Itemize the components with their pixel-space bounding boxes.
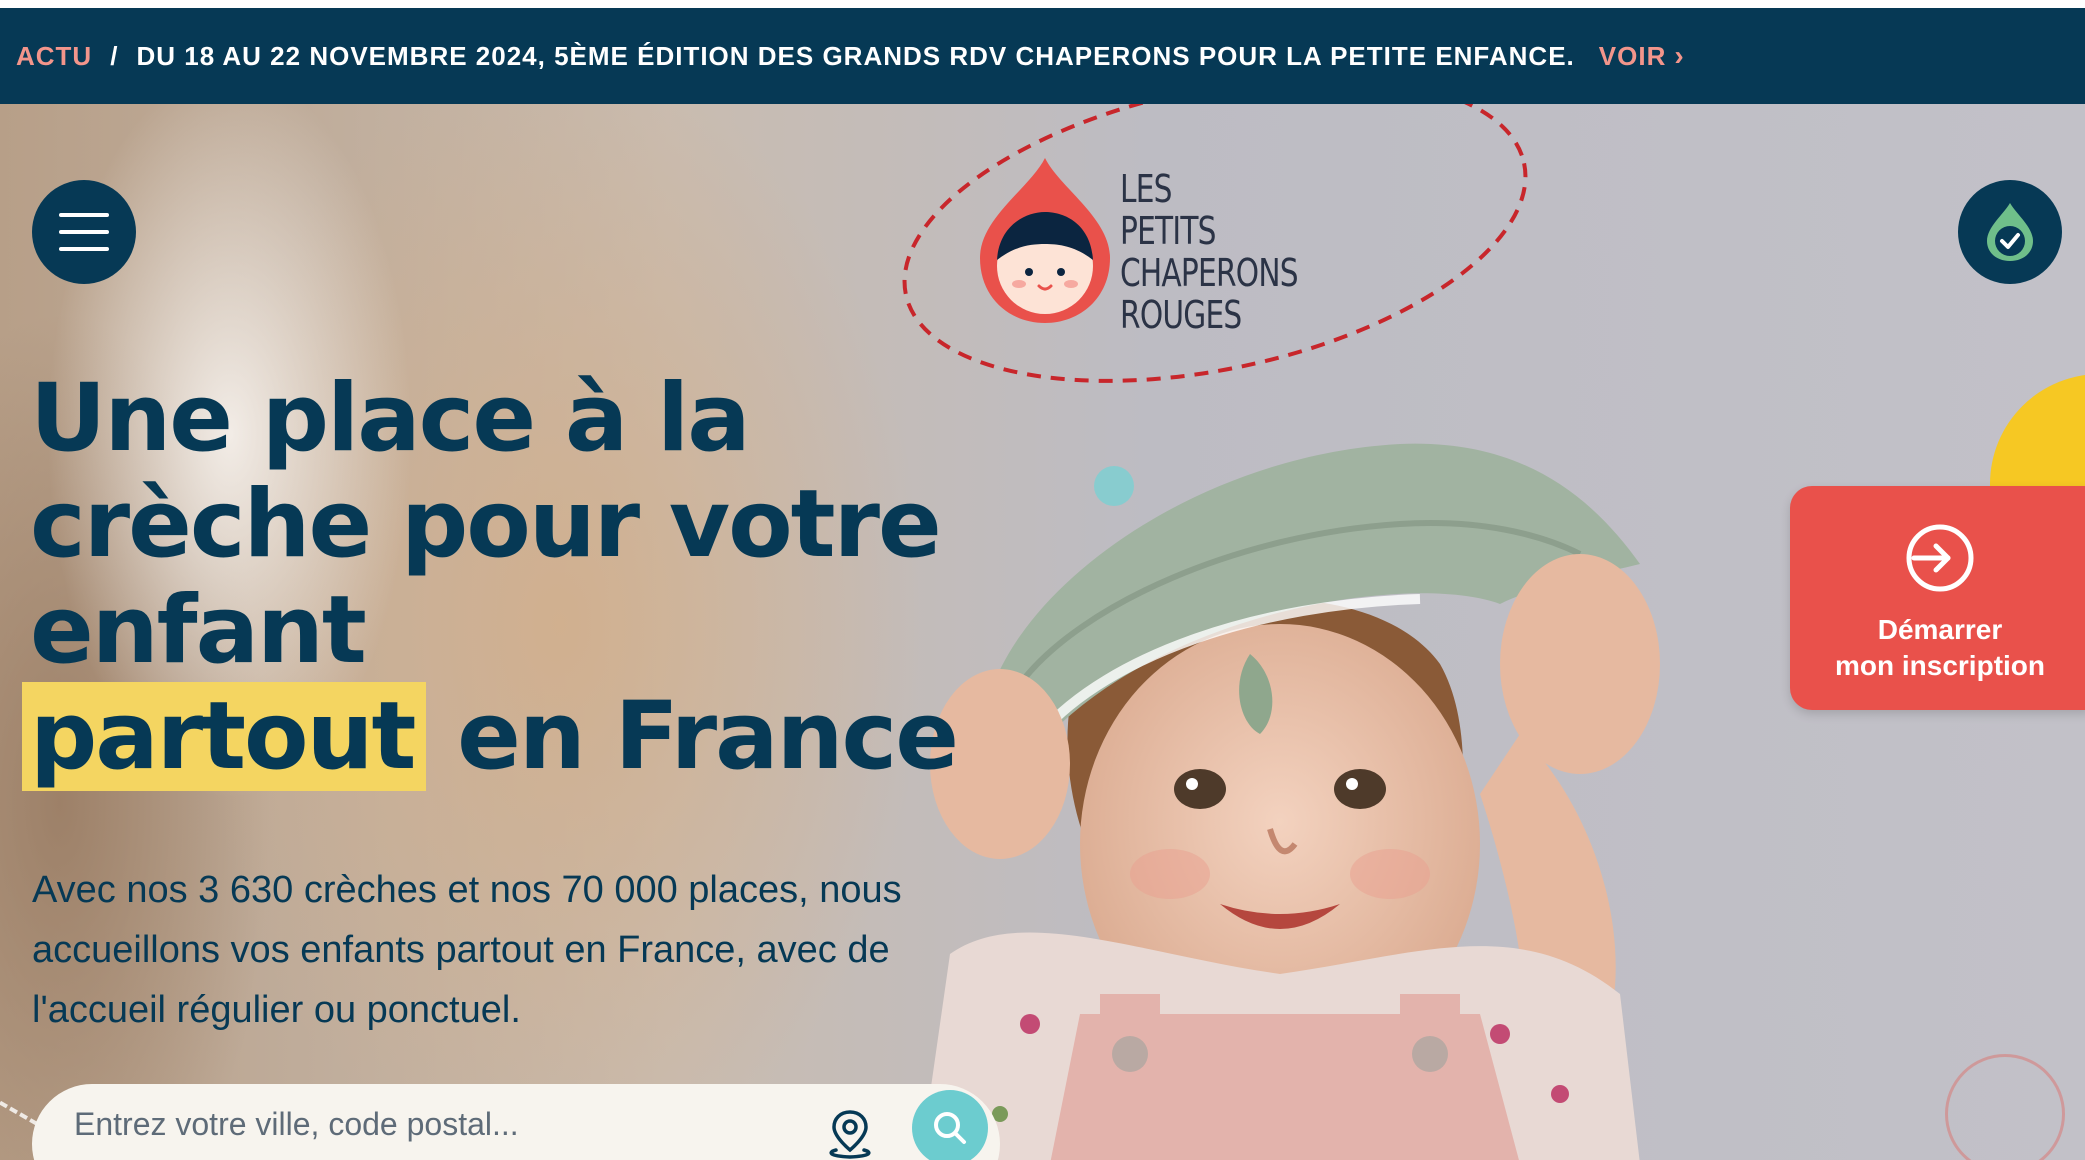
menu-button[interactable] [32, 180, 136, 284]
search-button[interactable] [912, 1090, 988, 1160]
page: ACTU / DU 18 AU 22 NOVEMBRE 2024, 5ÈME É… [0, 0, 2085, 1160]
hero-section: LES PETITS CHAPERONS ROUGES Une place à … [0, 104, 2085, 1160]
drop-check-icon [1987, 203, 2033, 261]
announcement-voir-link[interactable]: VOIR › [1599, 40, 1685, 72]
hero-headline: Une place à la crèche pour votre enfant … [22, 364, 1030, 791]
hero-subtitle: Avec nos 3 630 crèches et nos 70 000 pla… [32, 860, 992, 1040]
headline-line-3: enfant [30, 576, 367, 685]
account-button[interactable] [1958, 180, 2062, 284]
location-pin-icon[interactable] [822, 1106, 878, 1160]
announcement-separator: / [110, 40, 119, 71]
hamburger-menu-icon-bar [59, 247, 109, 251]
headline-line-1: Une place à la [30, 364, 751, 473]
chevron-right-icon: › [1674, 40, 1685, 71]
subtitle-line-3: l'accueil régulier ou ponctuel. [32, 989, 521, 1031]
headline-line-4: partout en France [22, 682, 1030, 791]
search-input[interactable] [74, 1094, 794, 1154]
brand-logo-text: LES PETITS CHAPERONS ROUGES [1120, 167, 1299, 337]
announcement-link-label: VOIR [1598, 40, 1667, 71]
logo-line-3: ROUGES [1120, 293, 1242, 337]
cta-line-2: mon inscription [1835, 650, 2045, 681]
hamburger-menu-icon [59, 213, 109, 217]
announcement-tag: ACTU [16, 40, 93, 71]
headline-line-2: crèche pour votre [30, 470, 942, 579]
cta-line-1: Démarrer [1877, 614, 2003, 645]
headline-line-4-rest: en France [426, 682, 959, 791]
search-icon [934, 1112, 966, 1144]
sign-in-arrow-icon [1906, 524, 1974, 592]
subtitle-line-2: accueillons vos enfants partout en Franc… [32, 929, 890, 971]
search-bar [32, 1084, 1000, 1160]
subtitle-line-1: Avec nos 3 630 crèches et nos 70 000 pla… [32, 869, 902, 911]
announcement-bar: ACTU / DU 18 AU 22 NOVEMBRE 2024, 5ÈME É… [0, 8, 2085, 104]
logo-line-1: LES PETITS [1120, 167, 1216, 253]
announcement-text: DU 18 AU 22 NOVEMBRE 2024, 5ÈME ÉDITION … [136, 40, 1575, 71]
cta-label: Démarrer mon inscription [1835, 612, 2045, 684]
logo-line-2: CHAPERONS [1120, 251, 1299, 295]
hamburger-menu-icon-bar [59, 230, 109, 234]
headline-highlight: partout [22, 682, 427, 791]
start-registration-button[interactable]: Démarrer mon inscription [1790, 486, 2085, 710]
